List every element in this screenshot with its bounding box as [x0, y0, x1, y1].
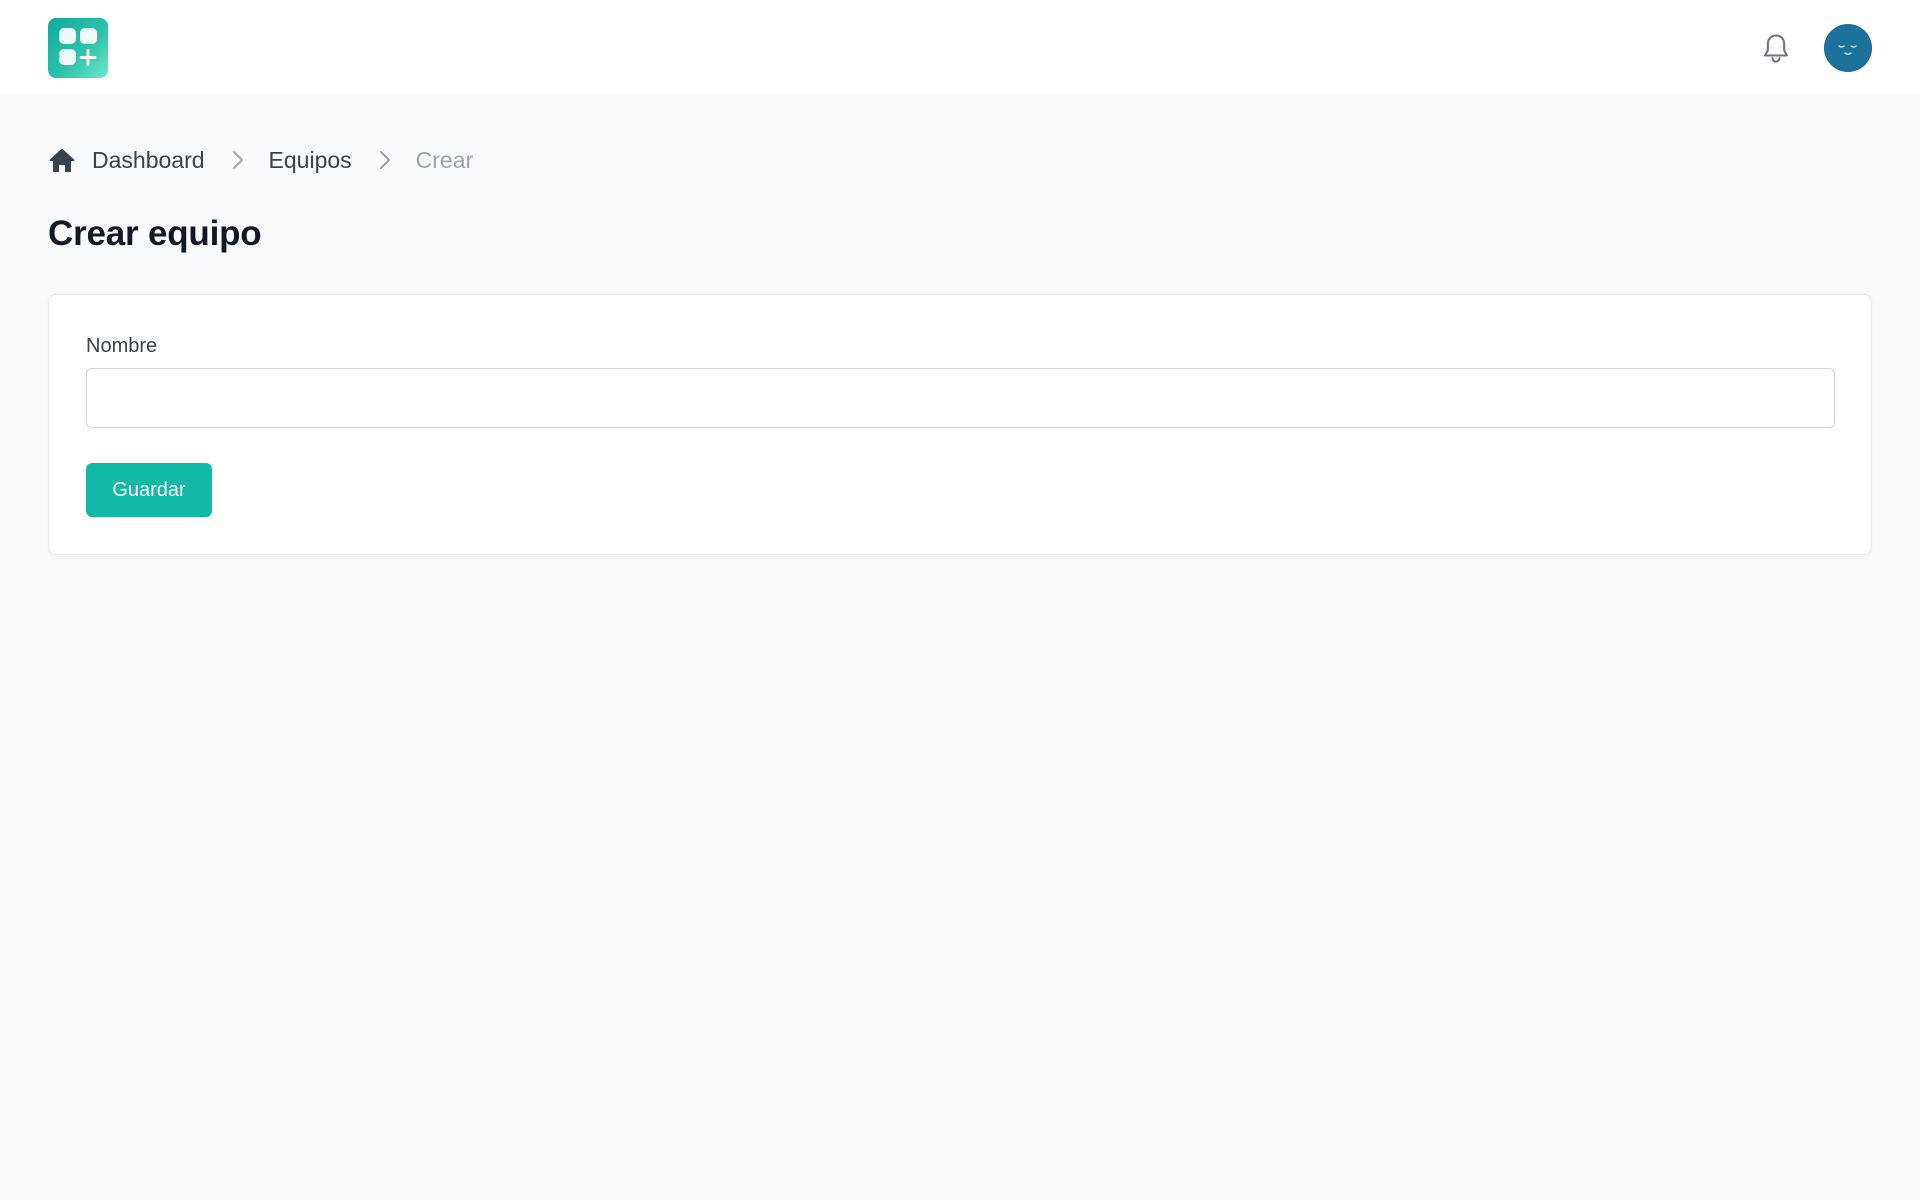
app-grid-plus-icon	[59, 28, 97, 66]
chevron-right-icon	[229, 149, 247, 171]
page-title: Crear equipo	[48, 214, 262, 253]
name-input[interactable]	[86, 368, 1835, 428]
breadcrumb-equipos[interactable]: Equipos	[269, 147, 352, 174]
breadcrumb: Dashboard Equipos Crear	[48, 146, 473, 174]
breadcrumb-dashboard[interactable]: Dashboard	[92, 147, 205, 174]
name-field-label: Nombre	[86, 335, 158, 357]
save-button[interactable]: Guardar	[86, 463, 212, 517]
user-avatar[interactable]	[1824, 24, 1872, 72]
avatar-face-icon	[1824, 24, 1872, 72]
bell-icon	[1764, 34, 1788, 63]
chevron-right-icon	[376, 149, 394, 171]
home-icon[interactable]	[48, 146, 76, 174]
notifications-button[interactable]	[1761, 32, 1791, 64]
app-logo[interactable]	[48, 18, 108, 78]
top-navbar	[0, 0, 1920, 94]
team-form-card: Nombre Guardar	[48, 294, 1872, 555]
breadcrumb-current: Crear	[415, 146, 474, 173]
